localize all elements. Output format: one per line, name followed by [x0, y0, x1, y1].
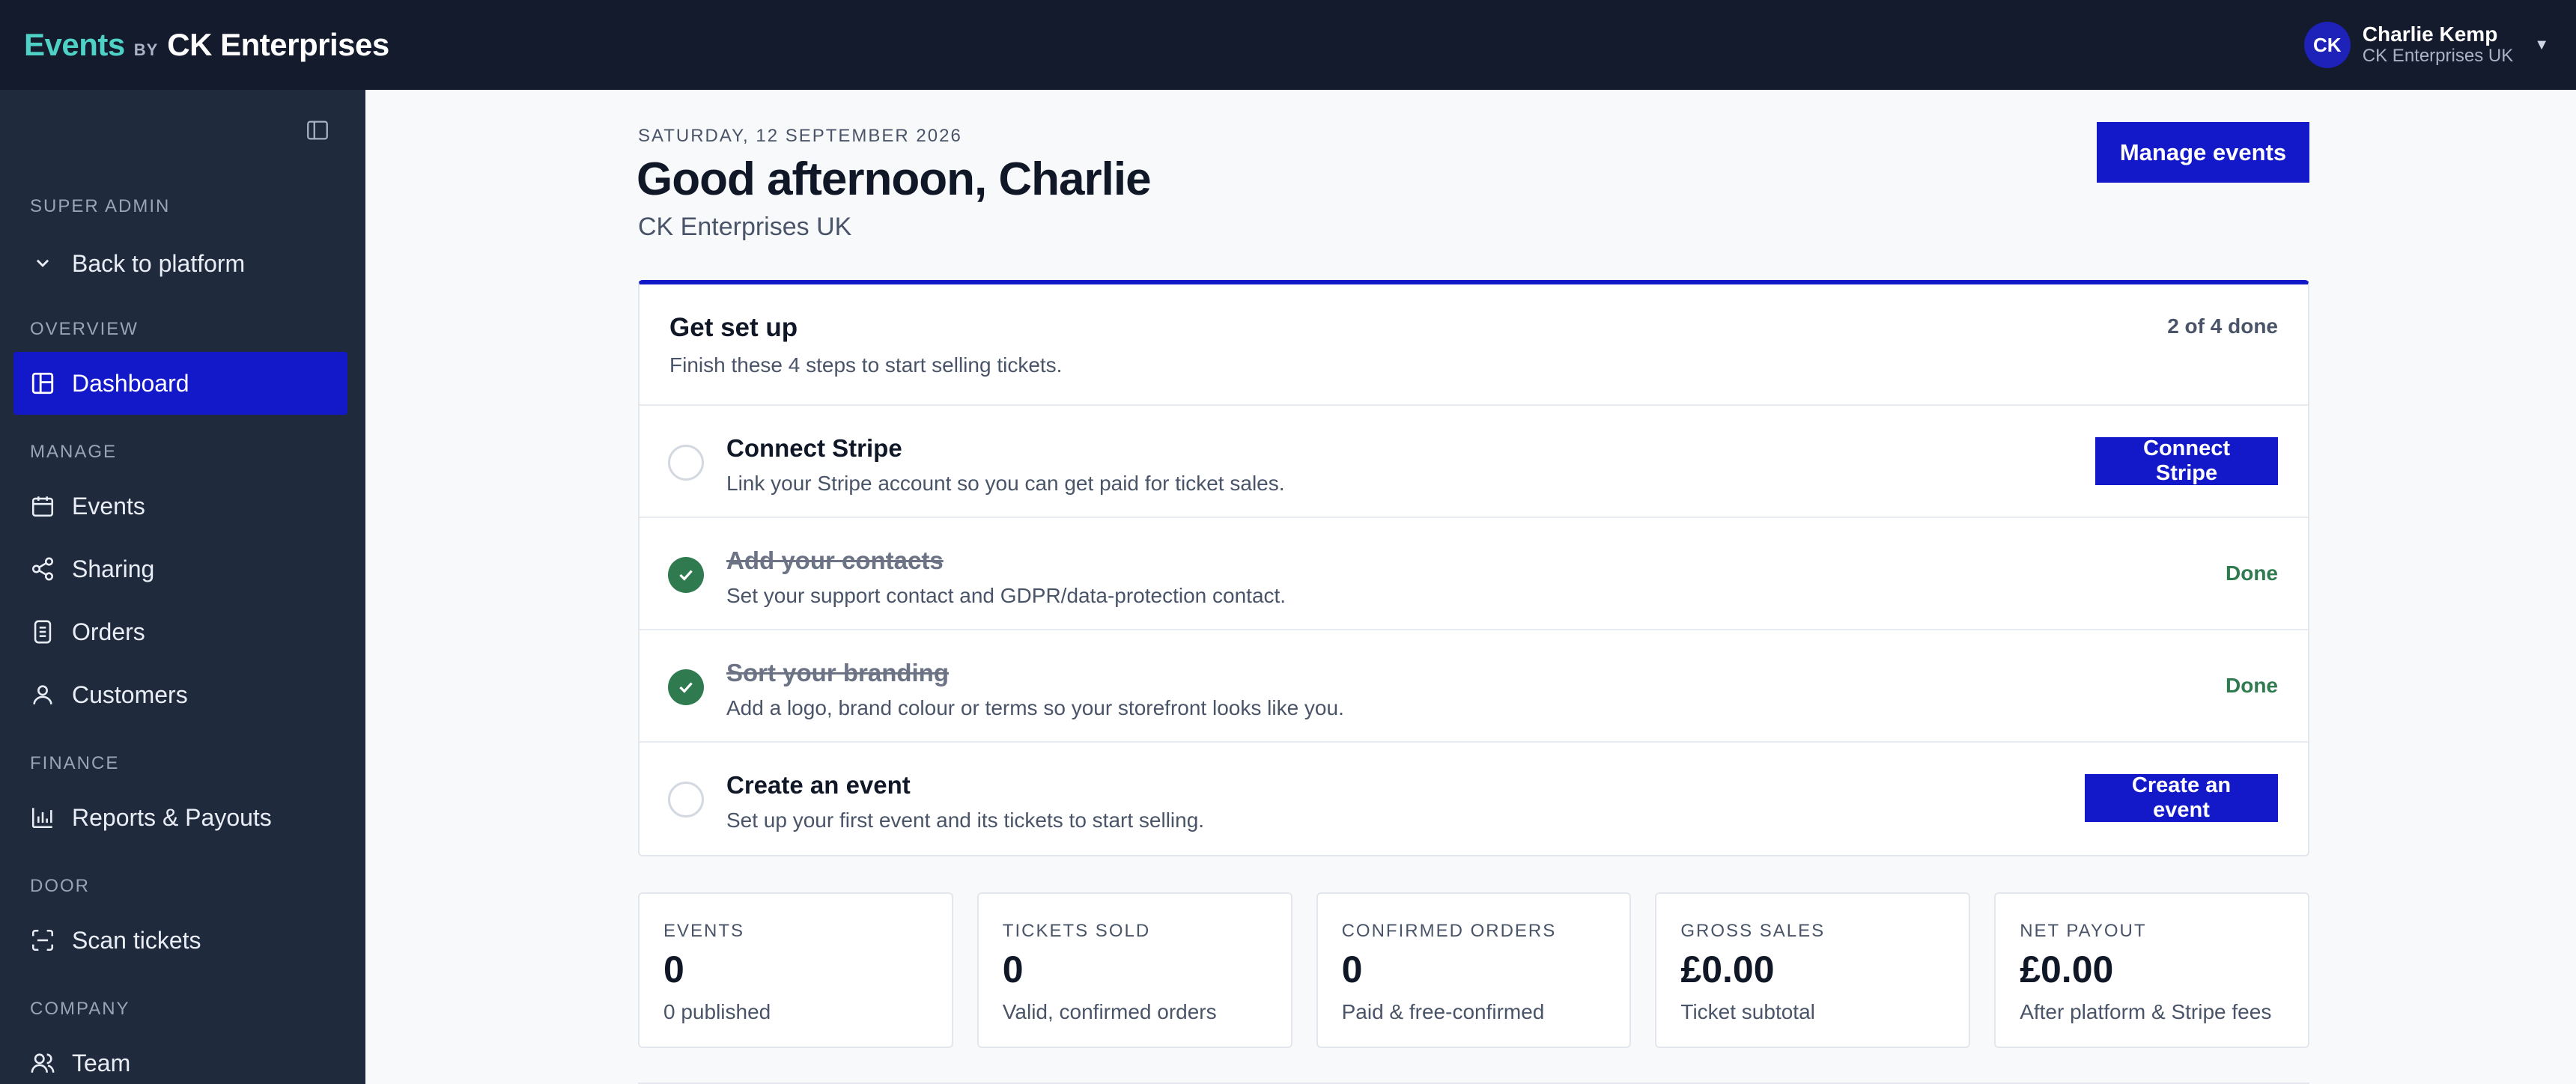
step-description: Set your support contact and GDPR/data-p…: [726, 584, 1287, 607]
manage-events-button[interactable]: Manage events: [2097, 122, 2309, 183]
sidebar-item-label: Sharing: [72, 555, 155, 582]
setup-card: Get set up Finish these 4 steps to start…: [638, 280, 2309, 856]
sidebar-item-reports-payouts[interactable]: Reports & Payouts: [13, 786, 347, 849]
sidebar-item-label: Team: [72, 1049, 131, 1077]
user-org: CK Enterprises UK: [2362, 46, 2514, 67]
stat-subtext: Valid, confirmed orders: [1002, 1000, 1217, 1023]
stat-card-tickets-sold: TICKETS SOLD 0 Valid, confirmed orders: [976, 892, 1292, 1048]
stat-value: £0.00: [1680, 948, 1775, 990]
stat-value: 0: [1341, 948, 1363, 990]
section-label-company: COMPANY: [30, 999, 130, 1019]
stat-card-gross-sales: GROSS SALES £0.00 Ticket subtotal: [1655, 892, 1971, 1048]
sidebar-item-back-to-platform[interactable]: Back to platform: [13, 232, 347, 295]
sidebar-item-label: Reports & Payouts: [72, 803, 272, 831]
sidebar-item-team[interactable]: Team: [13, 1032, 347, 1084]
page-title: Good afternoon, Charlie: [637, 153, 1152, 205]
stat-label: GROSS SALES: [1680, 921, 1826, 941]
calendar-icon: [31, 496, 54, 517]
step-title: Add your contacts: [726, 546, 944, 574]
scan-icon: [31, 929, 54, 951]
setup-step-sort-branding: Sort your branding Add a logo, brand col…: [640, 630, 2308, 743]
step-done-status: Done: [2226, 561, 2278, 585]
section-label-manage: MANAGE: [30, 442, 118, 462]
sidebar-item-label: Events: [72, 492, 145, 520]
empty-circle-icon: [668, 445, 704, 481]
user-menu[interactable]: CK Charlie Kemp CK Enterprises UK ▼: [2303, 22, 2549, 68]
stat-value: 0: [1002, 948, 1024, 990]
setup-subtitle: Finish these 4 steps to start selling ti…: [669, 353, 1063, 377]
sidebar-item-label: Back to platform: [72, 249, 246, 277]
section-label-overview: OVERVIEW: [30, 319, 139, 339]
receipt-icon: [34, 620, 52, 644]
sidebar-item-label: Customers: [72, 680, 188, 708]
setup-step-add-contacts: Add your contacts Set your support conta…: [640, 518, 2308, 630]
step-description: Link your Stripe account so you can get …: [726, 472, 1285, 495]
stat-card-confirmed-orders: CONFIRMED ORDERS 0 Paid & free-confirmed: [1316, 892, 1632, 1048]
sidebar-item-label: Orders: [72, 618, 145, 645]
sidebar-item-orders[interactable]: Orders: [13, 600, 347, 663]
sidebar-toggle-icon[interactable]: [303, 115, 332, 145]
stat-subtext: Ticket subtotal: [1680, 1000, 1815, 1023]
caret-down-icon[interactable]: ▼: [2534, 37, 2549, 54]
stat-value: 0: [663, 948, 684, 990]
main-content: SATURDAY, 12 SEPTEMBER 2026 Good afterno…: [365, 90, 2576, 1084]
section-label-super-admin: SUPER ADMIN: [30, 196, 171, 216]
setup-progress: 2 of 4 done: [2167, 314, 2278, 338]
sidebar-item-label: Dashboard: [72, 369, 189, 397]
stat-card-net-payout: NET PAYOUT £0.00 After platform & Stripe…: [1994, 892, 2309, 1048]
dashboard-icon: [31, 372, 54, 395]
chevron-down-icon: [36, 259, 49, 267]
sidebar-item-label: Scan tickets: [72, 926, 201, 954]
empty-circle-icon: [668, 782, 704, 817]
stats-row: EVENTS 0 0 published TICKETS SOLD 0 Vali…: [638, 892, 2309, 1048]
create-event-button[interactable]: Create an event: [2085, 773, 2278, 822]
step-description: Add a logo, brand colour or terms so you…: [726, 696, 1344, 719]
user-text: Charlie Kemp CK Enterprises UK: [2363, 23, 2513, 66]
brand-logo[interactable]: Events BY CK Enterprises: [24, 27, 389, 63]
stat-value: £0.00: [2020, 948, 2114, 990]
stat-label: CONFIRMED ORDERS: [1341, 921, 1557, 941]
bar-chart-icon: [31, 808, 52, 829]
section-label-finance: FINANCE: [30, 753, 120, 773]
setup-header: Get set up Finish these 4 steps to start…: [640, 284, 2308, 406]
page-date: SATURDAY, 12 SEPTEMBER 2026: [638, 126, 962, 146]
stat-subtext: Paid & free-confirmed: [1341, 1000, 1545, 1023]
sidebar-item-scan-tickets[interactable]: Scan tickets: [13, 909, 347, 972]
connect-stripe-button[interactable]: Connect Stripe: [2095, 436, 2278, 485]
stat-card-events: EVENTS 0 0 published: [638, 892, 953, 1048]
step-title: Create an event: [726, 771, 911, 799]
stat-label: TICKETS SOLD: [1002, 921, 1151, 941]
team-icon: [31, 1053, 55, 1073]
step-title: Sort your branding: [726, 659, 949, 686]
brand-by: BY: [133, 40, 159, 59]
setup-step-connect-stripe: Connect Stripe Link your Stripe account …: [640, 406, 2308, 518]
share-icon: [31, 557, 54, 581]
sidebar: SUPER ADMIN Back to platform OVERVIEW Da…: [0, 90, 365, 1084]
setup-title: Get set up: [669, 313, 798, 342]
step-title: Connect Stripe: [726, 434, 902, 462]
step-done-status: Done: [2226, 674, 2278, 697]
brand-name: Events: [24, 27, 125, 62]
stat-subtext: 0 published: [663, 1000, 771, 1023]
page-subtitle: CK Enterprises UK: [638, 213, 852, 241]
top-bar: Events BY CK Enterprises CK Charlie Kemp…: [0, 0, 2576, 90]
setup-step-create-event: Create an event Set up your first event …: [640, 743, 2308, 855]
brand-company: CK Enterprises: [167, 27, 389, 62]
section-label-door: DOOR: [30, 876, 90, 896]
user-icon: [33, 685, 52, 704]
step-description: Set up your first event and its tickets …: [726, 809, 1205, 832]
stat-label: EVENTS: [663, 921, 745, 941]
stat-label: NET PAYOUT: [2020, 921, 2147, 941]
user-name: Charlie Kemp: [2362, 22, 2498, 46]
sidebar-item-sharing[interactable]: Sharing: [13, 538, 347, 600]
sidebar-item-events[interactable]: Events: [13, 475, 347, 538]
check-circle-icon: [668, 669, 704, 705]
check-circle-icon: [668, 557, 704, 593]
avatar: CK: [2303, 22, 2351, 68]
sidebar-item-dashboard[interactable]: Dashboard: [13, 352, 347, 415]
stat-subtext: After platform & Stripe fees: [2020, 1000, 2272, 1023]
sidebar-item-customers[interactable]: Customers: [13, 663, 347, 726]
